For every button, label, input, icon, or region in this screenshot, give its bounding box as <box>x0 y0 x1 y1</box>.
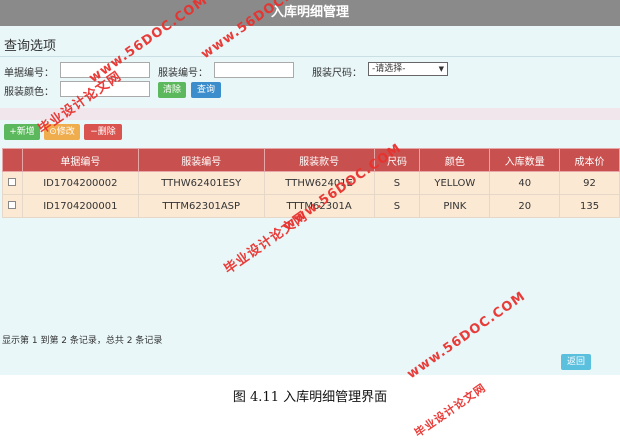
clear-button[interactable]: 清除 <box>158 82 186 98</box>
query-divider <box>0 56 620 57</box>
table-cell: 135 <box>559 194 620 218</box>
edit-button-label: 修改 <box>56 127 75 137</box>
table-cell: S <box>373 171 421 195</box>
table-cell: TTTM62301ASP <box>137 194 265 218</box>
decorative-band <box>0 108 620 120</box>
table-cell: 20 <box>489 194 561 218</box>
app-window: 入库明细管理 查询选项 单据编号： 服装编号： 服装尺码： -请选择- ▼ 服装… <box>0 0 620 375</box>
window-title: 入库明细管理 <box>0 0 620 26</box>
back-button[interactable]: 返回 <box>561 354 591 370</box>
table-cell: ID1704200002 <box>21 171 139 195</box>
row-checkbox[interactable] <box>8 177 17 186</box>
table-cell: TTHW62401E <box>263 171 375 195</box>
color-label: 服装颜色： <box>4 87 54 98</box>
chevron-down-icon: ▼ <box>438 65 444 73</box>
table-cell: TTTM62301A <box>263 194 375 218</box>
column-header[interactable]: 成本价 <box>559 148 620 172</box>
detail-table: 单据编号 服装编号 服装款号 尺码 颜色 入库数量 成本价 ID17042000… <box>2 148 620 218</box>
edit-icon: ⊙ <box>49 127 57 137</box>
size-select-value: -请选择- <box>372 64 406 74</box>
column-header[interactable]: 服装编号 <box>137 148 265 172</box>
garment-no-input[interactable] <box>214 62 294 78</box>
add-button[interactable]: +新增 <box>4 124 40 140</box>
garment-no-label: 服装编号： <box>158 68 208 79</box>
size-label: 服装尺码： <box>312 68 362 79</box>
table-cell: TTHW62401ESY <box>137 171 265 195</box>
table-cell: PINK <box>419 194 491 218</box>
column-header[interactable]: 单据编号 <box>21 148 139 172</box>
search-button[interactable]: 查询 <box>191 82 221 98</box>
table-row[interactable]: ID1704200001 TTTM62301ASP TTTM62301A S P… <box>2 194 620 218</box>
column-header[interactable]: 颜色 <box>419 148 491 172</box>
column-header[interactable]: 服装款号 <box>263 148 375 172</box>
table-cell: ID1704200001 <box>21 194 139 218</box>
header-checkbox-cell <box>2 148 23 172</box>
order-no-label: 单据编号： <box>4 68 54 79</box>
figure-caption: 图 4.11 入库明细管理界面 <box>232 390 388 405</box>
table-cell: S <box>373 194 421 218</box>
table-cell: 40 <box>489 171 561 195</box>
query-panel: 查询选项 单据编号： 服装编号： 服装尺码： -请选择- ▼ 服装颜色： 清除 … <box>0 30 620 105</box>
query-title: 查询选项 <box>4 39 57 54</box>
table-cell: 92 <box>559 171 620 195</box>
color-input[interactable] <box>60 81 150 97</box>
delete-button[interactable]: −删除 <box>84 124 122 140</box>
table-row[interactable]: ID1704200002 TTHW62401ESY TTHW62401E S Y… <box>2 171 620 195</box>
row-checkbox-cell <box>2 171 23 195</box>
order-no-input[interactable] <box>60 62 150 78</box>
column-header[interactable]: 入库数量 <box>489 148 561 172</box>
table-header-row: 单据编号 服装编号 服装款号 尺码 颜色 入库数量 成本价 <box>2 148 620 172</box>
delete-button-label: 删除 <box>97 127 116 137</box>
minus-icon: − <box>90 127 98 137</box>
row-checkbox-cell <box>2 194 23 218</box>
edit-button[interactable]: ⊙修改 <box>44 124 80 140</box>
table-cell: YELLOW <box>419 171 491 195</box>
column-header[interactable]: 尺码 <box>373 148 421 172</box>
pagination-info: 显示第 1 到第 2 条记录，总共 2 条记录 <box>2 336 163 346</box>
row-checkbox[interactable] <box>8 200 17 209</box>
size-select[interactable]: -请选择- ▼ <box>368 62 448 76</box>
